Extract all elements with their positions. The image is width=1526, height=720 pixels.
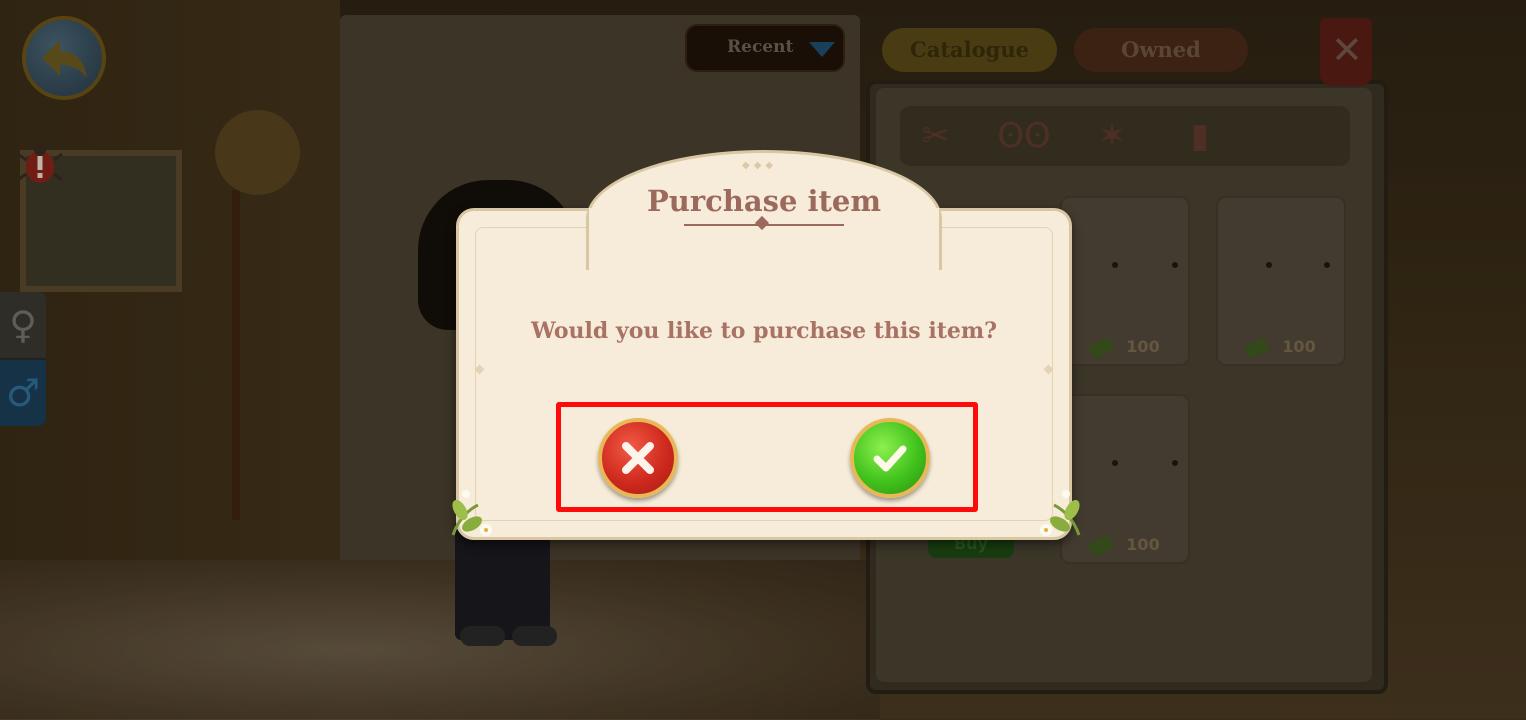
flower-decoration-icon [451, 490, 492, 536]
dialog-title: Purchase item [646, 184, 882, 218]
ornament-dots: ◆◆◆ [742, 160, 778, 171]
checkmark-icon [873, 445, 907, 472]
confirm-button[interactable] [850, 418, 930, 498]
close-icon [622, 442, 654, 474]
flower-decoration-icon [1040, 490, 1081, 536]
dialog-message: Would you like to purchase this item? [530, 318, 998, 344]
cancel-button[interactable] [598, 418, 678, 498]
purchase-dialog: ◆◆◆ Purchase item Would you like to purc… [451, 150, 1081, 542]
